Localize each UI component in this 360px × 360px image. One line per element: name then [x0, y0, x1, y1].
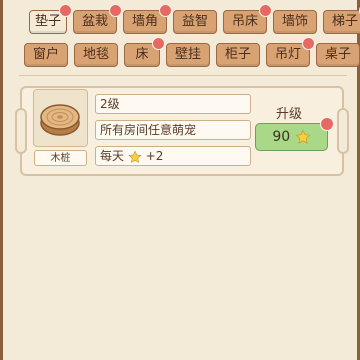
star-icon — [295, 129, 311, 144]
tab-bed[interactable]: 床 — [124, 37, 165, 67]
tab-potted-plant[interactable]: 盆栽 — [73, 4, 122, 34]
notification-dot — [259, 4, 272, 17]
notification-dot — [302, 37, 315, 50]
notification-dot — [152, 37, 165, 50]
tab-cushion[interactable]: 垫子 — [29, 4, 72, 34]
upgrade-cost: 90 — [272, 129, 291, 145]
tab-cabinet[interactable]: 柜子 — [216, 43, 260, 67]
tab-wall-corner[interactable]: 墙角 — [123, 4, 172, 34]
furniture-panel: 垫子 盆栽 墙角 益智 吊床 墙饰 梯子 窗户 地毯 床 壁挂 柜子 吊灯 桌子… — [0, 0, 360, 360]
notification-dot — [59, 4, 72, 17]
item-level-field: 2级 — [95, 94, 251, 114]
reward-prefix: 每天 — [100, 149, 125, 163]
upgrade-button[interactable]: 90 — [255, 117, 334, 151]
tab-table[interactable]: 桌子 — [316, 43, 360, 67]
tab-puzzle[interactable]: 益智 — [173, 10, 217, 34]
tab-hammock[interactable]: 吊床 — [223, 4, 272, 34]
notification-dot — [320, 117, 334, 131]
tab-wall-hanging[interactable]: 壁挂 — [166, 43, 210, 67]
reward-value: +2 — [145, 149, 164, 163]
tab-carpet[interactable]: 地毯 — [74, 43, 118, 67]
tab-chandelier[interactable]: 吊灯 — [266, 37, 315, 67]
card-notch-right — [337, 108, 349, 154]
item-thumbnail — [33, 89, 88, 147]
item-scope-field: 所有房间任意萌宠 — [95, 120, 251, 140]
upgrade-label: 升级 — [276, 107, 303, 122]
star-icon — [128, 149, 142, 163]
notification-dot — [109, 4, 122, 17]
wood-stump-icon — [40, 104, 80, 136]
tab-wall-decor[interactable]: 墙饰 — [273, 10, 317, 34]
card-notch-left — [15, 108, 27, 154]
item-name: 木桩 — [34, 150, 87, 166]
item-reward-field: 每天 +2 — [95, 146, 251, 166]
tab-ladder[interactable]: 梯子 — [323, 4, 360, 34]
notification-dot — [159, 4, 172, 17]
tab-window[interactable]: 窗户 — [24, 43, 68, 67]
divider — [19, 75, 347, 76]
